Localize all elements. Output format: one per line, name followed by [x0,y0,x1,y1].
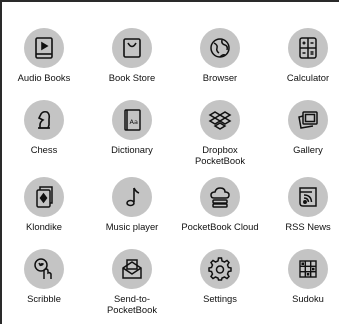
audiobook-icon [24,28,64,68]
dictionary-icon: Aa [112,100,152,140]
app-label: Browser [202,72,238,83]
app-label: Scribble [27,293,61,304]
app-dictionary[interactable]: Aa Dictionary [90,96,174,176]
bookstore-icon [112,28,152,68]
app-sudoku[interactable]: Sudoku [266,245,339,325]
app-audio-books[interactable]: Audio Books [2,24,86,104]
envelope-icon [112,249,152,289]
gear-icon [200,249,240,289]
app-label: Book Store [108,72,156,83]
app-rss-news[interactable]: RSS News [266,173,339,253]
app-grid: Audio Books Book Store Browser Calculato… [0,0,339,324]
app-label: Dropbox PocketBook [194,144,246,166]
cloud-icon [200,177,240,217]
app-label: Send-to- PocketBook [106,293,158,315]
app-klondike[interactable]: Klondike [2,173,86,253]
app-label: RSS News [285,221,331,232]
app-label: Dictionary [111,144,153,155]
rss-icon [288,177,328,217]
calculator-icon [288,28,328,68]
app-dropbox-pocketbook[interactable]: Dropbox PocketBook [178,96,262,176]
app-label: Klondike [26,221,62,232]
app-gallery[interactable]: Gallery [266,96,339,176]
app-music-player[interactable]: Music player [90,173,174,253]
app-label: Audio Books [17,72,71,83]
app-send-to-pocketbook[interactable]: Send-to- PocketBook [90,245,174,325]
app-label: Music player [105,221,159,232]
globe-icon [200,28,240,68]
app-chess[interactable]: Chess [2,96,86,176]
app-launcher-screen: Audio Books Book Store Browser Calculato… [0,0,339,324]
app-label: Chess [30,144,58,155]
music-note-icon [112,177,152,217]
chess-knight-icon [24,100,64,140]
playing-card-icon [24,177,64,217]
app-settings[interactable]: Settings [178,245,262,325]
app-calculator[interactable]: Calculator [266,24,339,104]
dropbox-icon [200,100,240,140]
app-label: Settings [203,293,237,304]
app-label: Sudoku [292,293,324,304]
scribble-icon [24,249,64,289]
app-scribble[interactable]: Scribble [2,245,86,325]
app-pocketbook-cloud[interactable]: PocketBook Cloud [178,173,262,253]
app-browser[interactable]: Browser [178,24,262,104]
svg-text:Aa: Aa [130,118,138,126]
app-label: PocketBook Cloud [181,221,259,232]
app-book-store[interactable]: Book Store [90,24,174,104]
app-label: Gallery [293,144,323,155]
sudoku-grid-icon [288,249,328,289]
gallery-icon [288,100,328,140]
app-label: Calculator [286,72,330,83]
